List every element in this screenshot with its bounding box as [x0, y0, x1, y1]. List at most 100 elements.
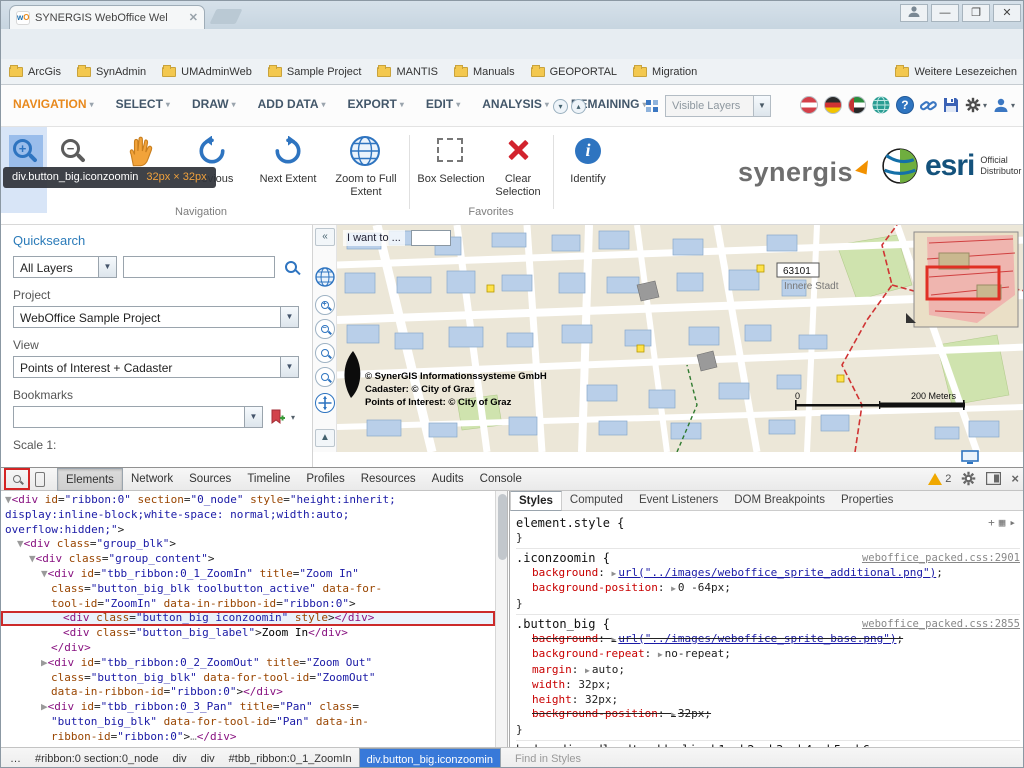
- dom-tree-line[interactable]: ▶<div id="tbb_ribbon:0_3_Pan" title="Pan…: [1, 700, 495, 715]
- dom-tree-line[interactable]: ▼<div id="ribbon:0" section="0_node" sty…: [1, 493, 495, 508]
- device-mode-button[interactable]: [35, 472, 45, 487]
- fullscreen-button[interactable]: [961, 450, 979, 468]
- breadcrumb-item[interactable]: #tbb_ribbon:0_1_ZoomIn: [222, 748, 359, 768]
- search-button[interactable]: [285, 261, 297, 273]
- dom-tree-line[interactable]: ▼<div class="group_blk">: [1, 537, 495, 552]
- styles-tab-styles[interactable]: Styles: [510, 491, 562, 511]
- toggle-element-state-icon[interactable]: ▦: [999, 516, 1010, 529]
- user-menu[interactable]: ▾: [993, 97, 1015, 113]
- style-property[interactable]: background-position: ▶32px;: [516, 707, 1020, 723]
- previous-extent-button[interactable]: [197, 136, 227, 169]
- breadcrumb-item[interactable]: div: [166, 748, 194, 768]
- style-property[interactable]: background: ▶url("../images/weboffice_sp…: [516, 566, 1020, 582]
- overview-map[interactable]: [906, 232, 1018, 327]
- menu-item-export[interactable]: EXPORT▾: [348, 97, 404, 111]
- styles-tab-computed[interactable]: Computed: [562, 491, 631, 511]
- dom-tree-scrollbar[interactable]: [495, 491, 508, 747]
- zoom-in-button[interactable]: +: [13, 139, 32, 161]
- settings-menu[interactable]: ▾: [965, 97, 987, 113]
- devtools-tab-timeline[interactable]: Timeline: [239, 468, 298, 491]
- identify-button[interactable]: i: [575, 138, 601, 164]
- scroll-up-icon[interactable]: ▲: [315, 429, 335, 447]
- help-icon[interactable]: ?: [896, 96, 914, 114]
- next-extent-button[interactable]: [273, 136, 303, 169]
- dom-tree-line[interactable]: ▶<div id="tbb_ribbon:0_2_ZoomOut" title=…: [1, 656, 495, 671]
- bookmark-item-migration[interactable]: Migration: [633, 66, 697, 78]
- map-zoom-window-button[interactable]: [315, 343, 335, 363]
- clear-selection-button[interactable]: [505, 137, 531, 163]
- devtools-tab-network[interactable]: Network: [123, 468, 181, 491]
- menu-item-edit[interactable]: EDIT▾: [426, 97, 460, 111]
- bookmark-item-umadminweb[interactable]: UMAdminWeb: [162, 66, 252, 78]
- styles-tab-dom-breakpoints[interactable]: DOM Breakpoints: [726, 491, 833, 511]
- stylesheet-link[interactable]: weboffice_packed.css:2855: [862, 617, 1020, 632]
- bookmark-item-geoportal[interactable]: GEOPORTAL: [531, 66, 617, 78]
- other-bookmarks[interactable]: Weitere Lesezeichen: [895, 66, 1017, 78]
- minimize-button[interactable]: —: [931, 4, 959, 22]
- style-rule-selector[interactable]: element.style {: [516, 516, 624, 531]
- dom-tree-line[interactable]: </div>: [1, 641, 495, 656]
- devtools-settings-icon[interactable]: [961, 471, 976, 486]
- i-want-to-control[interactable]: I want to ...: [343, 230, 451, 246]
- breadcrumb-item[interactable]: div.button_big.iconzoomin: [359, 748, 501, 768]
- zoom-out-button[interactable]: −: [61, 139, 80, 161]
- dom-tree-line[interactable]: <div class="button_big_label">Zoom In</d…: [1, 626, 495, 641]
- overview-globe-button[interactable]: [315, 267, 335, 287]
- view-dropdown[interactable]: Points of Interest + Cadaster ▼: [13, 356, 299, 378]
- map-pan-button[interactable]: [315, 393, 335, 413]
- bookmark-item-manuals[interactable]: Manuals: [454, 66, 515, 78]
- map-area[interactable]: 63101 Innere Stadt © SynerGIS Informatio…: [337, 225, 1024, 452]
- dock-side-icon[interactable]: [986, 472, 1001, 485]
- dom-tree-line[interactable]: display:inline-block;white-space: normal…: [1, 508, 495, 523]
- new-style-rule-icon[interactable]: +: [988, 516, 999, 529]
- map-zoom-previous-button[interactable]: [315, 367, 335, 387]
- add-bookmark-icon[interactable]: [269, 409, 285, 425]
- styles-tab-event-listeners[interactable]: Event Listeners: [631, 491, 726, 511]
- console-warnings-button[interactable]: 2: [928, 473, 951, 485]
- find-in-styles-input[interactable]: Find in Styles: [515, 753, 581, 765]
- flag-uae-icon[interactable]: [848, 96, 866, 114]
- dom-tree-line[interactable]: overflow:hidden;">: [1, 523, 495, 538]
- dom-tree-line[interactable]: data-in-ribbon-id="ribbon:0"></div>: [1, 685, 495, 700]
- dom-tree-line[interactable]: <div class="button_big iconzoomin" style…: [1, 611, 495, 626]
- chevron-down-icon[interactable]: ▾: [291, 413, 295, 422]
- expand-pane-icon[interactable]: ▸: [1009, 516, 1020, 529]
- dom-tree-line[interactable]: ▼<div id="tbb_ribbon:0_1_ZoomIn" title="…: [1, 567, 495, 582]
- styles-tab-properties[interactable]: Properties: [833, 491, 901, 511]
- style-property[interactable]: background-repeat: ▶no-repeat;: [516, 647, 1020, 663]
- dom-tree-line[interactable]: class="button_big_blk toolbutton_active"…: [1, 582, 495, 597]
- dom-tree-line[interactable]: "button_big_blk" data-for-tool-id="Pan" …: [1, 715, 495, 730]
- map-zoom-in-button[interactable]: +: [315, 295, 335, 315]
- devtools-tab-elements[interactable]: Elements: [57, 468, 123, 491]
- bookmark-item-sample-project[interactable]: Sample Project: [268, 66, 362, 78]
- devtools-close-icon[interactable]: ×: [1011, 471, 1019, 486]
- style-property[interactable]: height: 32px;: [516, 693, 1020, 708]
- save-icon[interactable]: [943, 97, 959, 113]
- box-selection-button[interactable]: [437, 138, 463, 162]
- flag-austria-icon[interactable]: [800, 96, 818, 114]
- menu-item-navigation[interactable]: NAVIGATION▾: [13, 97, 94, 111]
- browser-tab[interactable]: wO SYNERGIS WebOffice Wel ✕: [9, 5, 205, 29]
- bookmark-item-synadmin[interactable]: SynAdmin: [77, 66, 146, 78]
- inspect-element-button[interactable]: [6, 470, 28, 488]
- bookmarks-dropdown[interactable]: ▼: [13, 406, 263, 428]
- map-zoom-out-button[interactable]: −: [315, 319, 335, 339]
- profile-icon[interactable]: [900, 4, 928, 22]
- style-property[interactable]: margin: ▶auto;: [516, 663, 1020, 679]
- chevron-down-icon[interactable]: ▾: [553, 99, 568, 114]
- search-layer-dropdown[interactable]: All Layers ▼: [13, 256, 117, 278]
- style-property[interactable]: background-position: ▶0 -64px;: [516, 581, 1020, 597]
- breadcrumb-item[interactable]: div: [194, 748, 222, 768]
- collapse-sidebar-icon[interactable]: «: [315, 228, 335, 246]
- breadcrumb-item[interactable]: …: [3, 748, 28, 768]
- bookmark-item-mantis[interactable]: MANTIS: [377, 66, 438, 78]
- style-rule-selector[interactable]: .button_big {: [516, 617, 610, 632]
- devtools-tab-resources[interactable]: Resources: [353, 468, 424, 491]
- stylesheet-link[interactable]: weboffice_packed.css:2901: [862, 551, 1020, 566]
- style-property[interactable]: width: 32px;: [516, 678, 1020, 693]
- link-icon[interactable]: [920, 97, 937, 114]
- flag-germany-icon[interactable]: [824, 96, 842, 114]
- menu-item-add-data[interactable]: ADD DATA▾: [258, 97, 326, 111]
- dom-tree-line[interactable]: tool-id="ZoomIn" data-in-ribbon-id="ribb…: [1, 597, 495, 612]
- breadcrumb-item[interactable]: #ribbon:0 section:0_node: [28, 748, 166, 768]
